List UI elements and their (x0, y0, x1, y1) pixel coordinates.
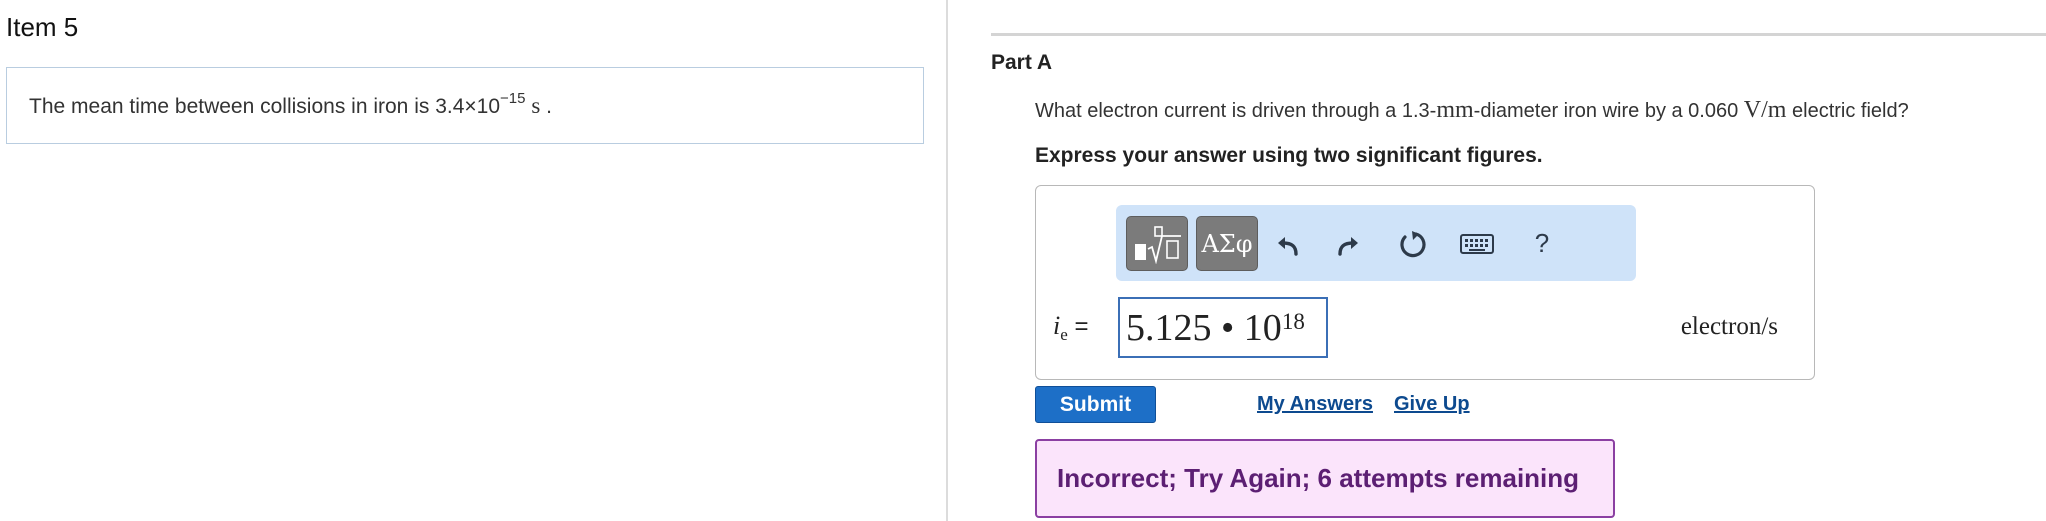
answer-box: ΑΣφ ? ie = 5.125 • 10 18 electron/s (1035, 185, 1815, 380)
instruction-text: Express your answer using two significan… (1035, 144, 1543, 167)
my-answers-link[interactable]: My Answers (1257, 393, 1373, 416)
top-rule (991, 33, 2046, 36)
math-toolbar: ΑΣφ ? (1116, 205, 1636, 281)
item-title: Item 5 (6, 12, 79, 42)
intro-box: The mean time between collisions in iron… (6, 67, 924, 144)
reset-icon[interactable] (1390, 216, 1434, 271)
feedback-text: Incorrect; Try Again; 6 attempts remaini… (1057, 463, 1580, 493)
fraction-sqrt-template-icon[interactable] (1126, 216, 1188, 271)
redo-icon[interactable] (1326, 216, 1370, 271)
answer-unit: electron/s (1680, 313, 1778, 340)
intro-text: The mean time between collisions in iron… (29, 90, 552, 118)
problem-statement-pane: Item 5 The mean time between collisions … (0, 0, 946, 521)
part-pane: Part A What electron current is driven t… (948, 0, 2046, 521)
give-up-link[interactable]: Give Up (1394, 393, 1470, 416)
part-title: Part A (991, 51, 1053, 74)
greek-symbols-button[interactable]: ΑΣφ (1196, 216, 1258, 271)
question-mm: mm (1436, 97, 1474, 123)
question-unit: V/m (1743, 97, 1787, 123)
intro-exponent: −15 (500, 90, 526, 107)
undo-icon[interactable] (1266, 216, 1310, 271)
keyboard-icon[interactable] (1452, 216, 1502, 271)
submit-button[interactable]: Submit (1035, 386, 1156, 423)
answer-exponent: 18 (1281, 308, 1305, 334)
question-text: What electron current is driven through … (1035, 97, 1909, 123)
help-button[interactable]: ? (1520, 216, 1564, 271)
feedback-message: Incorrect; Try Again; 6 attempts remaini… (1035, 439, 1615, 518)
variable-label: ie = (1053, 311, 1089, 344)
intro-unit: s (531, 93, 541, 118)
answer-input[interactable]: 5.125 • 10 18 (1118, 297, 1328, 358)
